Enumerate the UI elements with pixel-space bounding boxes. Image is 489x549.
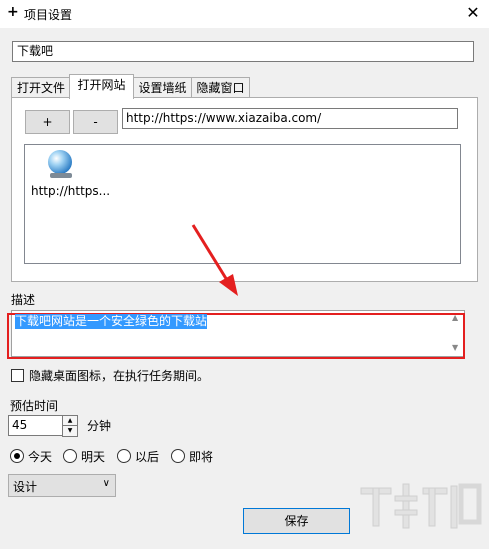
window-title: 项目设置 — [24, 8, 73, 22]
save-button[interactable]: 保存 — [243, 508, 350, 534]
close-icon[interactable]: ✕ — [462, 3, 484, 23]
scroll-down-icon[interactable]: ▼ — [452, 343, 458, 352]
remove-url-button[interactable]: - — [73, 110, 118, 134]
tab-open-file[interactable]: 打开文件 — [11, 77, 71, 98]
estimated-time-label: 预估时间 — [10, 399, 59, 413]
radio-today[interactable] — [10, 449, 24, 463]
estimated-time-input[interactable]: 45 — [8, 415, 68, 436]
radio-tomorrow-label: 明天 — [81, 450, 106, 464]
tab-hide-window[interactable]: 隐藏窗口 — [191, 77, 250, 98]
radio-soon[interactable] — [171, 449, 185, 463]
category-select[interactable]: 设计 ∨ — [8, 474, 116, 497]
spin-down-icon[interactable]: ▼ — [62, 425, 78, 437]
radio-later-label: 以后 — [135, 450, 160, 464]
watermark-logo — [360, 483, 482, 529]
radio-tomorrow[interactable] — [63, 449, 77, 463]
tab-set-wallpaper[interactable]: 设置墙纸 — [132, 77, 193, 98]
hide-desktop-icons-checkbox[interactable] — [11, 369, 24, 382]
scroll-up-icon[interactable]: ▲ — [452, 313, 458, 322]
time-unit-label: 分钟 — [87, 419, 112, 433]
description-text: 下载吧网站是一个安全绿色的下载站 — [15, 314, 208, 329]
project-name-input[interactable]: 下载吧 — [12, 41, 474, 62]
hide-desktop-icons-label: 隐藏桌面图标，在执行任务期间。 — [29, 369, 210, 383]
globe-icon — [48, 150, 72, 174]
radio-selected-dot — [14, 453, 20, 459]
add-url-button[interactable]: + — [25, 110, 70, 134]
chevron-down-icon: ∨ — [102, 478, 110, 489]
category-select-value: 设计 — [13, 480, 38, 494]
radio-today-label: 今天 — [28, 450, 53, 464]
globe-stand — [50, 173, 72, 178]
list-item[interactable]: http://https... — [31, 184, 110, 198]
tab-open-website[interactable]: 打开网站 — [69, 74, 134, 99]
radio-soon-label: 即将 — [189, 450, 214, 464]
title-bar: + 项目设置 ✕ — [0, 0, 489, 28]
radio-later[interactable] — [117, 449, 131, 463]
description-label: 描述 — [11, 293, 36, 307]
website-list[interactable] — [24, 144, 461, 264]
url-input[interactable]: http://https://www.xiazaiba.com/ — [122, 108, 458, 129]
plus-icon: + — [7, 4, 19, 20]
